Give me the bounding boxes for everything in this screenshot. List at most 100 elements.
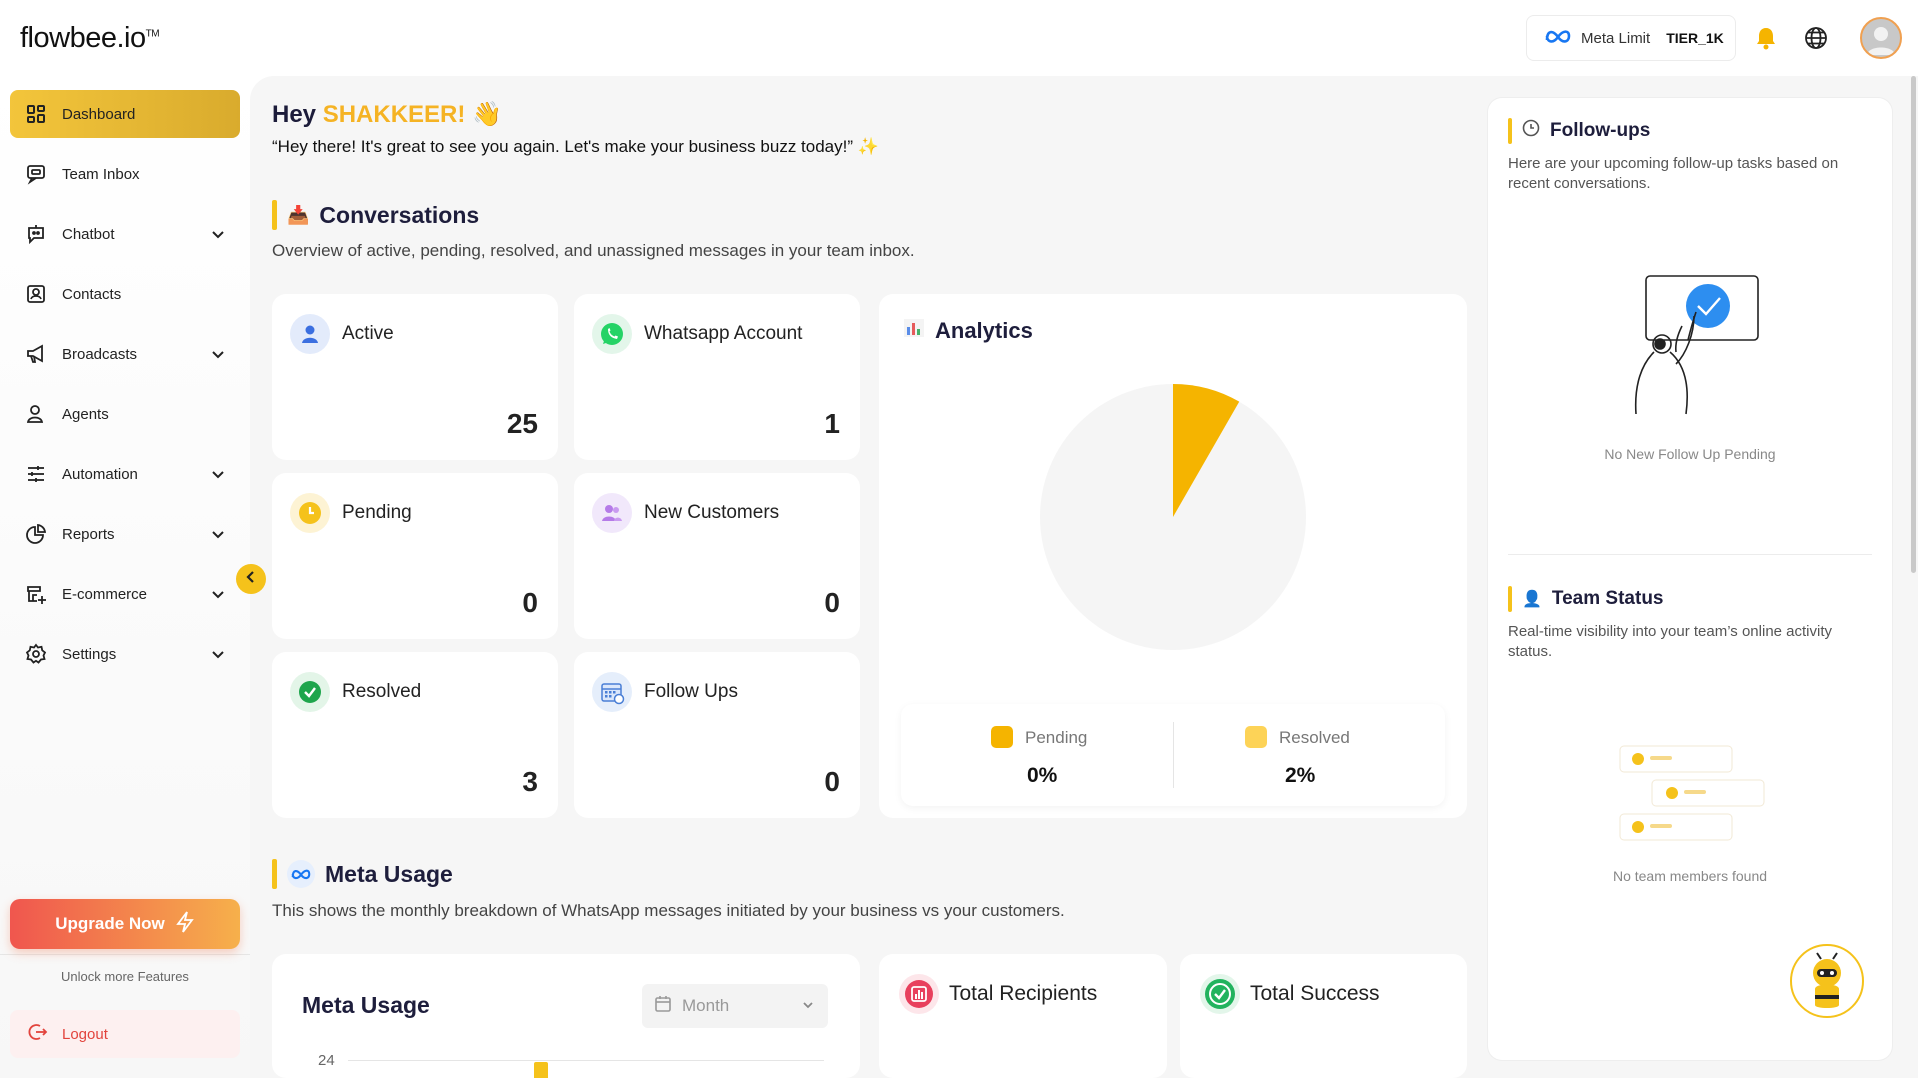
upgrade-now-button[interactable]: Upgrade Now (10, 899, 240, 949)
sliders-icon (24, 462, 48, 486)
clock-icon (1522, 119, 1540, 143)
bar-chart-icon (899, 974, 939, 1014)
bee-assistant-button[interactable] (1790, 944, 1864, 1018)
bar-chart-icon (903, 318, 925, 344)
megaphone-icon (24, 342, 48, 366)
legend-label: Pending (1025, 728, 1088, 747)
store-icon (24, 582, 48, 606)
check-badge-icon (290, 672, 330, 712)
chevron-down-icon (208, 464, 228, 484)
whatsapp-icon (592, 314, 632, 354)
sidebar-item-contacts[interactable]: Contacts (10, 270, 240, 318)
user-icon (290, 314, 330, 354)
users-icon (592, 493, 632, 533)
conversations-subtitle: Overview of active, pending, resolved, a… (272, 241, 915, 260)
logout-button[interactable]: Logout (10, 1010, 240, 1058)
team-status-empty-text: No team members found (1612, 868, 1768, 884)
sidebar-item-ecommerce[interactable]: E-commerce (10, 570, 240, 618)
bee-mascot-icon (1813, 952, 1841, 1008)
wave-icon: 👋 (472, 101, 502, 128)
legend-swatch (1245, 726, 1267, 748)
sidebar-item-label: E-commerce (62, 585, 148, 603)
calendar-icon (592, 672, 632, 712)
sidebar-item-label: Settings (62, 645, 117, 663)
period-select[interactable]: Month (642, 984, 828, 1028)
chevron-down-icon (208, 344, 228, 364)
team-status-illustration (1616, 738, 1766, 853)
top-bar: flowbee.ioTM Meta Limit TIER_1K (0, 0, 1918, 76)
legend-item-pending: Pending 0% (901, 704, 1173, 806)
stat-card-pending[interactable]: Pending 0 (272, 473, 558, 639)
greeting-message: “Hey there! It's great to see you again.… (272, 137, 879, 156)
meta-limit-badge[interactable]: Meta Limit TIER_1K (1526, 15, 1736, 61)
globe-icon[interactable] (1800, 22, 1832, 54)
meta-usage-card-title: Meta Usage (302, 992, 430, 1018)
chevron-down-icon (208, 524, 228, 544)
sidebar-item-dashboard[interactable]: Dashboard (10, 90, 240, 138)
sidebar-item-label: Chatbot (62, 225, 115, 243)
sidebar-collapse-button[interactable] (236, 564, 266, 594)
chart-bar (534, 1062, 548, 1078)
unlock-features-text: Unlock more Features (61, 969, 189, 984)
followups-empty-text: No New Follow Up Pending (1604, 446, 1776, 462)
chevron-down-icon (208, 644, 228, 664)
user-name: SHAKKEER! (322, 101, 466, 128)
stat-value: 0 (824, 587, 840, 618)
sidebar-item-label: Team Inbox (62, 165, 140, 183)
sidebar-item-label: Broadcasts (62, 345, 138, 363)
y-axis-tick: 24 (318, 1052, 335, 1069)
calendar-icon (654, 995, 672, 1018)
followup-illustration (1620, 274, 1760, 429)
legend-label: Resolved (1279, 728, 1350, 747)
followups-subtitle: Here are your upcoming follow-up tasks b… (1508, 155, 1839, 192)
page-scrollbar[interactable] (1911, 76, 1916, 573)
period-select-value: Month (682, 996, 730, 1015)
meta-logo-icon (287, 860, 315, 888)
meta-limit-label: Meta Limit (1581, 29, 1651, 47)
bell-icon[interactable] (1750, 22, 1782, 54)
stat-card-whatsapp-account[interactable]: Whatsapp Account 1 (574, 294, 860, 460)
dashboard-icon (24, 102, 48, 126)
check-circle-icon (1200, 974, 1240, 1014)
meta-usage-subtitle: This shows the monthly breakdown of What… (272, 901, 1065, 920)
stat-value: 25 (506, 408, 538, 439)
panel-divider (1508, 554, 1872, 555)
chatbot-icon (24, 222, 48, 246)
sparkle-icon: ✨ (857, 137, 879, 156)
tile-label: Total Success (1250, 982, 1380, 1005)
brand-logo[interactable]: flowbee.ioTM (20, 22, 160, 55)
team-status-subtitle: Real-time visibility into your team’s on… (1508, 623, 1833, 660)
stat-card-new-customers[interactable]: New Customers 0 (574, 473, 860, 639)
chevron-down-icon (800, 997, 816, 1018)
tile-label: Total Recipients (949, 982, 1098, 1005)
gear-icon (24, 642, 48, 666)
stat-card-follow-ups[interactable]: Follow Ups 0 (574, 652, 860, 818)
analytics-card: Analytics Pending 0% Resolved 2% (879, 294, 1467, 818)
sidebar-item-agents[interactable]: Agents (10, 390, 240, 438)
greeting-title: Hey SHAKKEER! 👋 (272, 101, 502, 128)
stat-value: 3 (522, 766, 538, 797)
sidebar-item-label: Automation (62, 465, 138, 483)
total-success-card[interactable]: Total Success (1180, 954, 1467, 1078)
pie-icon (24, 522, 48, 546)
sidebar-item-reports[interactable]: Reports (10, 510, 240, 558)
sidebar-item-automation[interactable]: Automation (10, 450, 240, 498)
sidebar-item-label: Agents (62, 405, 109, 423)
person-icon: 👤 (1522, 591, 1542, 608)
sidebar-item-label: Contacts (62, 285, 122, 303)
sidebar-item-label: Reports (62, 525, 115, 543)
right-panel: Follow-ups Here are your upcoming follow… (1488, 98, 1892, 1060)
user-avatar[interactable] (1860, 17, 1902, 59)
stat-value: 0 (824, 766, 840, 797)
sidebar-item-chatbot[interactable]: Chatbot (10, 210, 240, 258)
sidebar-item-team-inbox[interactable]: Team Inbox (10, 150, 240, 198)
total-recipients-card[interactable]: Total Recipients (879, 954, 1167, 1078)
conversations-title: 📥 Conversations (272, 200, 479, 230)
legend-value: 0% (1027, 764, 1058, 787)
sidebar-item-settings[interactable]: Settings (10, 630, 240, 678)
chevron-down-icon (208, 224, 228, 244)
stat-card-resolved[interactable]: Resolved 3 (272, 652, 558, 818)
stat-card-active[interactable]: Active 25 (272, 294, 558, 460)
team-status-title: 👤 Team Status (1508, 586, 1664, 612)
sidebar-item-broadcasts[interactable]: Broadcasts (10, 330, 240, 378)
